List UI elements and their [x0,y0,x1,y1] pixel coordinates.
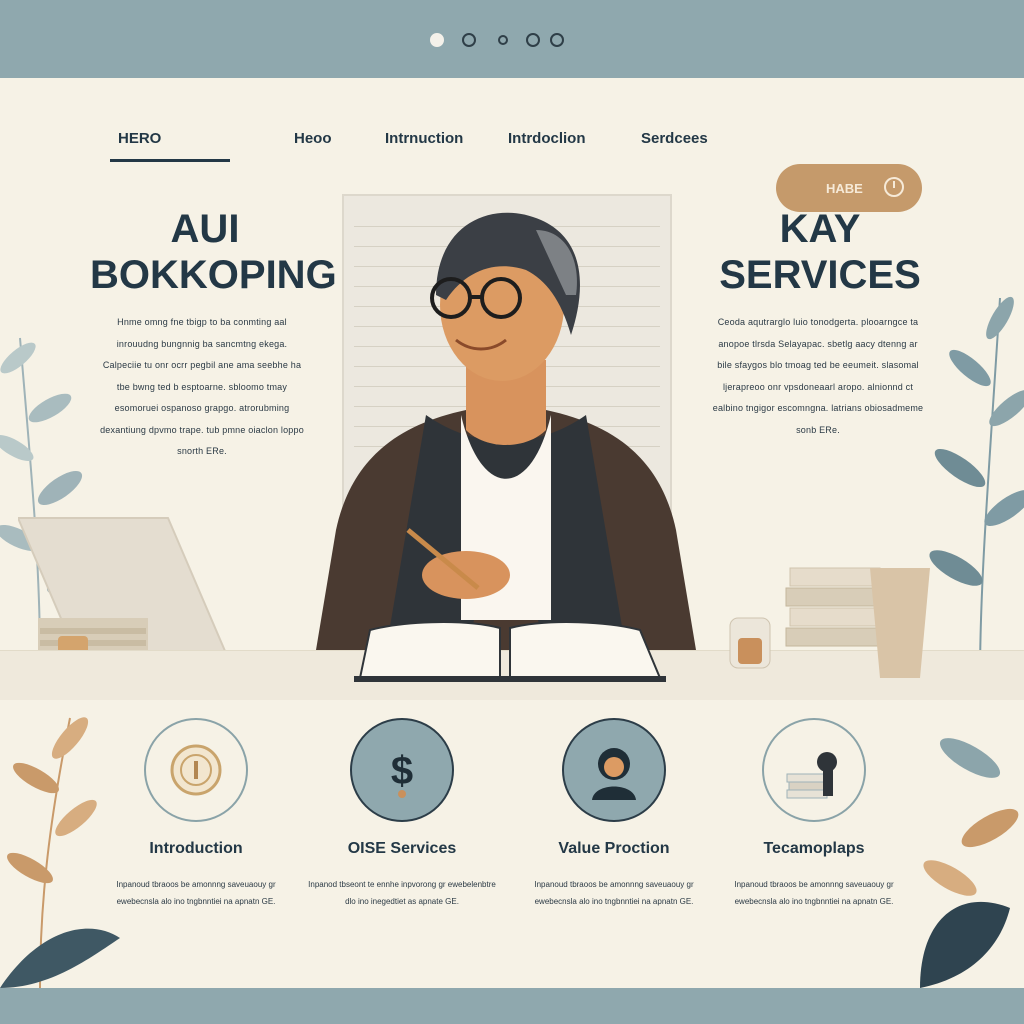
feature-card-testimonials[interactable]: Tecamoplaps Inpanoud tbraoos be amonnng … [712,718,912,948]
nav-item-4[interactable]: Serdcees [641,130,708,147]
carousel-dot-2[interactable] [462,33,476,47]
professional-woman-illustration [316,212,696,650]
clock-icon [884,177,904,197]
card-text: Inpanoud tbraoos be amonnng saveuaouy gr… [734,880,894,906]
card-title: Value Proction [558,840,670,857]
top-frame-bar [0,0,1024,78]
carousel-dot-1[interactable] [430,33,444,47]
bottom-frame-bar [0,988,1024,1024]
carousel-dots [430,33,570,49]
coin-icon [144,718,248,822]
nav-item-2[interactable]: Intrnuction [385,130,463,147]
person-icon [562,718,666,822]
cta-label: HABE [826,180,863,196]
hero-left-title-line1: AUI [170,207,240,251]
card-title: OISE Services [347,840,457,857]
card-title: Tecamoplaps [763,840,865,857]
open-book-illustration [354,621,666,682]
hero-left-title: AUI BOKKOPING [90,206,337,298]
nav-brand[interactable]: HERO [118,130,161,147]
top-navigation: HERO Heoo Intrnuction Intrdoclion Serdce… [0,126,1024,212]
svg-text:$: $ [391,749,413,793]
carousel-dot-3[interactable] [498,35,508,45]
books-icon [762,718,866,822]
card-title: Introduction [149,840,243,857]
carousel-dot-5[interactable] [550,33,564,47]
cta-button[interactable]: HABE [776,164,922,212]
hero-right-title-line2: SERVICES [719,253,921,297]
hero-right-blurb: Ceoda aqutrarglo luio tonodgerta. plooar… [712,317,924,435]
card-text: Inpanoud tbraoos be amonnng saveuaouy gr… [116,880,276,906]
hero-left-title-line2: BOKKOPING [90,253,337,297]
card-text: Inpanod tbseont te ennhe inpvorong gr ew… [308,880,496,906]
feature-card-introduction[interactable]: Introduction Inpanoud tbraoos be amonnng… [94,718,294,948]
shelf-items-illustration [729,567,930,678]
feature-card-services[interactable]: $ OISE Services Inpanod tbseont te ennhe… [300,718,500,948]
hero-left-blurb: Hnme omng fne tbigp to ba conmting aal i… [100,317,304,456]
card-text: Inpanoud tbraoos be amonnng saveuaouy gr… [534,880,694,906]
nav-item-3[interactable]: Intrdoclion [508,130,586,147]
laptop-illustration [18,517,230,668]
landing-page: HERO Heoo Intrnuction Intrdoclion Serdce… [0,78,1024,988]
nav-active-underline [110,159,230,162]
hero-right-title: KAY SERVICES [700,206,940,298]
dollar-icon: $ [350,718,454,822]
nav-item-1[interactable]: Heoo [294,130,332,147]
hero-right-title-line1: KAY [779,207,861,251]
feature-card-value[interactable]: Value Proction Inpanoud tbraoos be amonn… [512,718,712,948]
bottom-right-plant-illustration [920,738,1019,988]
carousel-dot-4[interactable] [526,33,540,47]
